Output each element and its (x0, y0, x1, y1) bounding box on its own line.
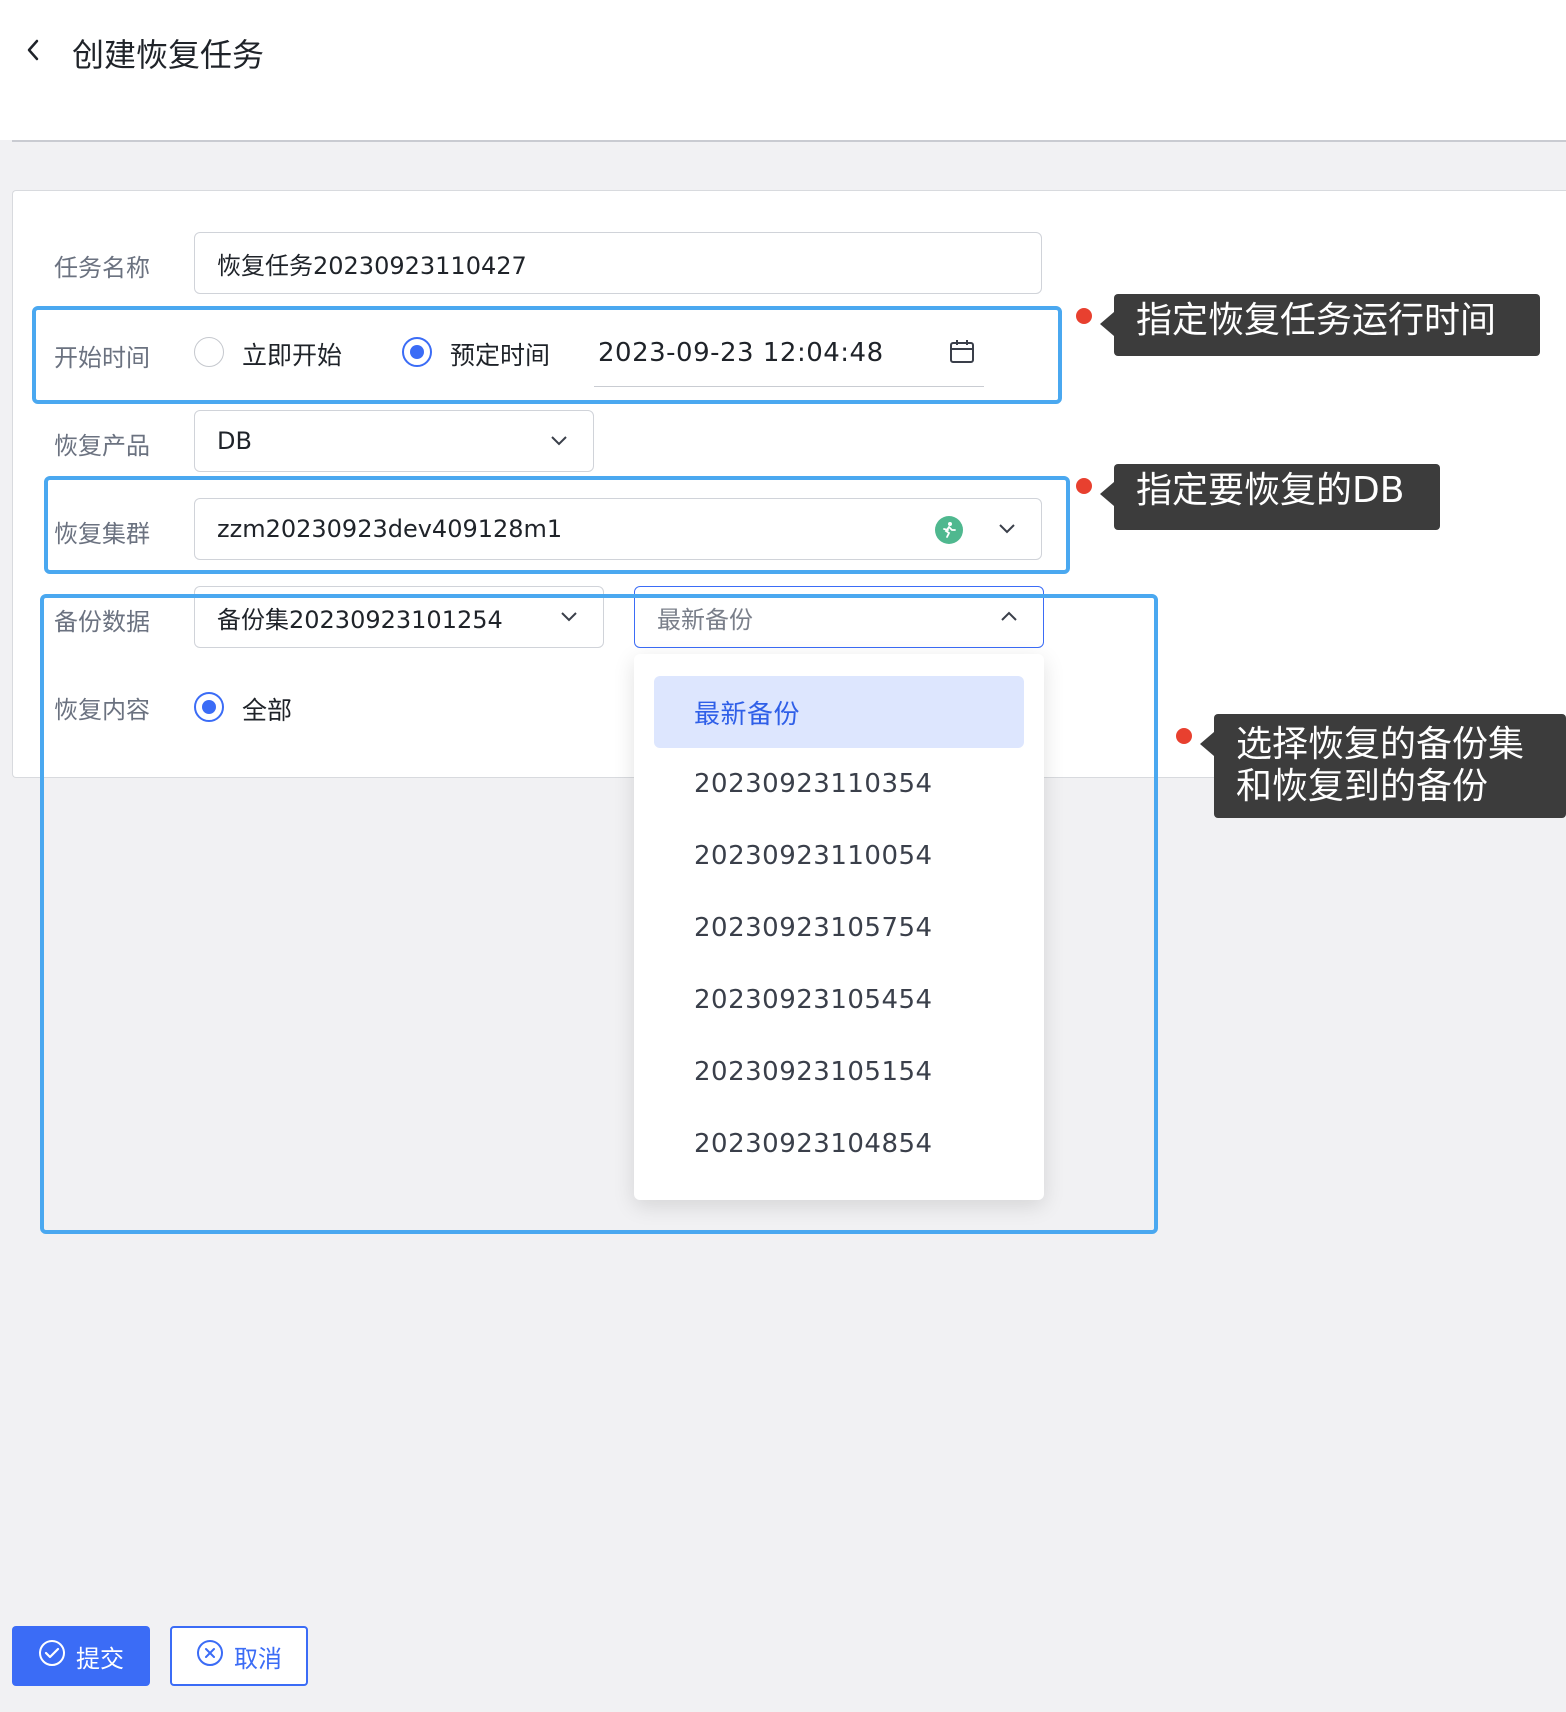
callout-cluster: 指定要恢复的DB (1100, 464, 1440, 530)
chevron-down-icon (547, 429, 571, 453)
cancel-label: 取消 (234, 1644, 282, 1673)
callout-start-time: 指定恢复任务运行时间 (1100, 294, 1540, 356)
product-value: DB (217, 427, 252, 455)
page-title: 创建恢复任务 (72, 36, 265, 74)
highlight-cluster (44, 476, 1070, 574)
product-select[interactable]: DB (194, 410, 594, 472)
annotation-dot (1076, 478, 1092, 494)
callout-backup-line2: 和恢复到的备份 (1236, 766, 1489, 807)
callout-backup: 选择恢复的备份集 和恢复到的备份 (1200, 714, 1566, 818)
back-arrow-icon[interactable] (18, 30, 48, 70)
task-name-value: 恢复任务20230923110427 (217, 251, 527, 280)
check-circle-icon (38, 1639, 66, 1673)
task-name-input[interactable]: 恢复任务20230923110427 (194, 232, 1042, 294)
highlight-backup (40, 594, 1158, 1234)
highlight-start-time (32, 306, 1062, 404)
cancel-button[interactable]: 取消 (170, 1626, 308, 1686)
task-name-label: 任务名称 (54, 254, 150, 282)
header-divider (12, 140, 1566, 142)
product-label: 恢复产品 (54, 432, 150, 460)
submit-label: 提交 (76, 1644, 124, 1673)
submit-button[interactable]: 提交 (12, 1626, 150, 1686)
annotation-dot (1176, 728, 1192, 744)
close-circle-icon (196, 1639, 224, 1673)
callout-backup-line1: 选择恢复的备份集 (1236, 724, 1525, 765)
page-header: 创建恢复任务 (0, 0, 1566, 140)
annotation-dot (1076, 308, 1092, 324)
